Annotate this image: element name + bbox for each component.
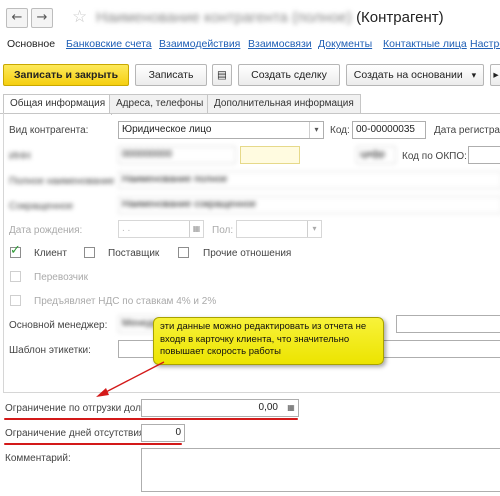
absence-days-field[interactable]: 0 <box>141 424 185 442</box>
underline-shipment-limit <box>4 418 298 420</box>
annotation-arrow-line <box>103 361 165 394</box>
comment-label: Комментарий: <box>5 453 71 464</box>
calculator-icon[interactable]: ▦ <box>284 400 298 416</box>
underline-absence-days <box>4 443 182 445</box>
shipment-limit-field[interactable]: 0,00 ▦ <box>141 399 299 417</box>
annotation-arrow-head <box>96 388 109 397</box>
comment-textarea[interactable] <box>141 448 500 492</box>
shipment-limit-value: 0,00 <box>258 402 278 413</box>
shipment-limit-label: Ограничение по отгрузки долг: <box>5 403 148 414</box>
absence-days-label: Ограничение дней отсутствия: <box>5 428 148 439</box>
annotation-arrow <box>96 361 165 397</box>
